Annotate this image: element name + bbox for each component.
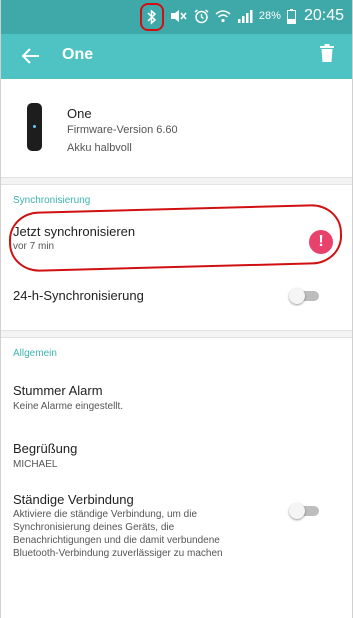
silent-alarm-title: Stummer Alarm: [13, 383, 103, 398]
bluetooth-icon: [147, 9, 157, 25]
greeting-name: MICHAEL: [13, 459, 58, 470]
tracker-image: [27, 103, 42, 151]
battery-percent: 28%: [258, 10, 281, 22]
firmware-version: Firmware-Version 6.60: [67, 124, 178, 136]
always-connected-title: Ständige Verbindung: [13, 492, 134, 507]
toggle-knob: [289, 288, 305, 304]
app-bar: One: [1, 34, 352, 79]
trash-icon[interactable]: [320, 44, 334, 62]
always-connected-description-line: Benachrichtigungen und die damit verbund…: [13, 535, 220, 546]
silent-alarm-subtitle: Keine Alarme eingestellt.: [13, 401, 124, 412]
annotation-ellipse: [8, 203, 343, 273]
all-day-sync-row[interactable]: 24-h-Synchronisierung: [1, 278, 352, 314]
always-connected-description-line: Synchronisierung deines Geräts, die: [13, 522, 175, 533]
always-connected-description-line: Bluetooth-Verbindung zuverlässiger zu ma…: [13, 548, 223, 559]
status-bar: 28% 20:45: [1, 0, 352, 34]
device-name: One: [67, 106, 92, 121]
always-connected-description-line: Aktiviere die ständige Verbindung, um di…: [13, 509, 198, 520]
page-title: One: [62, 46, 94, 63]
silent-alarm-row[interactable]: Stummer Alarm Keine Alarme eingestellt.: [1, 374, 352, 418]
battery-status: Akku halbvoll: [67, 142, 132, 154]
tracker-led: [33, 125, 36, 128]
section-header-general: Allgemein: [13, 348, 57, 359]
device-card: One Firmware-Version 6.60 Akku halbvoll: [1, 79, 352, 177]
annotation-circle: [140, 3, 164, 31]
section-header-sync: Synchronisierung: [13, 195, 91, 206]
alarm-icon: [194, 8, 209, 23]
mute-icon: [170, 10, 187, 22]
greeting-title: Begrüßung: [13, 441, 78, 456]
all-day-sync-title: 24-h-Synchronisierung: [13, 288, 144, 303]
always-connected-toggle[interactable]: [289, 503, 321, 519]
section-separator: [1, 177, 352, 185]
clock: 20:45: [303, 7, 344, 24]
always-connected-row[interactable]: Ständige Verbindung Aktiviere die ständi…: [1, 482, 352, 572]
toggle-knob: [289, 503, 305, 519]
wifi-icon: [215, 10, 231, 23]
battery-icon: [286, 8, 296, 24]
section-separator: [1, 330, 352, 338]
back-arrow-icon[interactable]: [21, 46, 41, 66]
greeting-row[interactable]: Begrüßung MICHAEL: [1, 432, 352, 476]
all-day-sync-toggle[interactable]: [289, 288, 321, 304]
signal-icon: [237, 10, 253, 23]
